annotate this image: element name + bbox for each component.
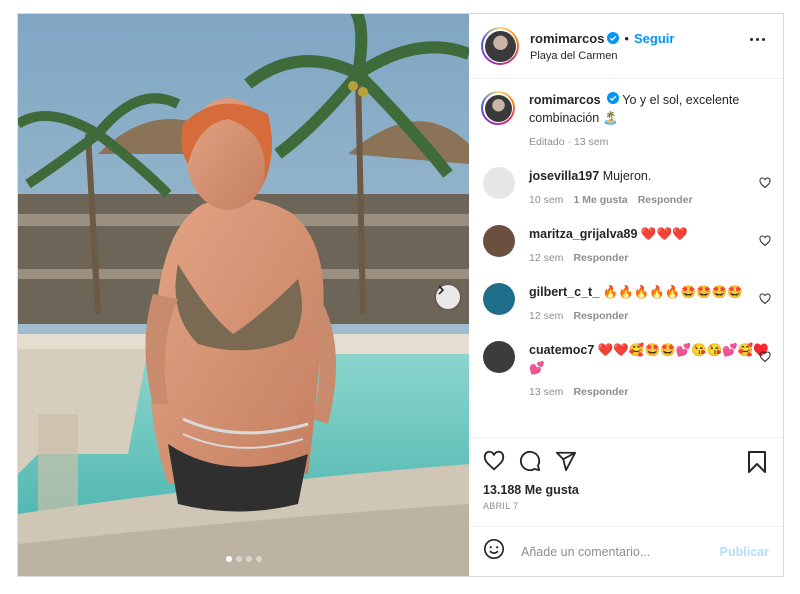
carousel-dot bbox=[255, 556, 262, 562]
reply-button[interactable]: Responder bbox=[573, 252, 628, 264]
caption-meta: Editado · 13 sem bbox=[529, 136, 609, 148]
likes-count[interactable]: 13.188 Me gusta bbox=[469, 483, 783, 497]
like-comment-heart-icon[interactable] bbox=[759, 351, 771, 363]
action-bar bbox=[469, 437, 783, 483]
post-side-panel: romimarcos • Seguir Playa del Carmen rom… bbox=[469, 14, 783, 576]
comments-list: romimarcos Yo y el sol, excelente combin… bbox=[469, 79, 783, 437]
comment-item: maritza_grijalva89 ❤️❤️❤️ 12 sem Responde… bbox=[481, 225, 771, 267]
comment-bubble-icon[interactable] bbox=[519, 450, 541, 472]
like-comment-heart-icon[interactable] bbox=[759, 293, 771, 305]
carousel-dot bbox=[225, 556, 232, 562]
reply-button[interactable]: Responder bbox=[573, 386, 628, 398]
verified-badge-icon bbox=[607, 32, 620, 44]
like-comment-heart-icon[interactable] bbox=[759, 177, 771, 189]
reply-button[interactable]: Responder bbox=[573, 310, 628, 322]
verified-badge-icon bbox=[607, 92, 620, 104]
comment-time[interactable]: 12 sem bbox=[529, 252, 563, 264]
follow-button[interactable]: Seguir bbox=[634, 31, 674, 46]
avatar[interactable] bbox=[483, 283, 515, 315]
post-date[interactable]: ABRIL 7 bbox=[469, 501, 783, 511]
comment-time[interactable]: 12 sem bbox=[529, 310, 563, 322]
comment-time[interactable]: 10 sem bbox=[529, 194, 563, 206]
comment-item: josevilla197 Mujeron. 10 sem 1 Me gusta Re… bbox=[481, 167, 771, 209]
avatar[interactable] bbox=[483, 341, 515, 373]
post-dialog: romimarcos • Seguir Playa del Carmen rom… bbox=[17, 13, 784, 577]
avatar[interactable] bbox=[481, 27, 519, 65]
comment-input[interactable] bbox=[519, 543, 720, 560]
share-send-icon[interactable] bbox=[555, 450, 577, 472]
comment-item: gilbert_c_t_ 🔥🔥🔥🔥🔥🤩🤩🤩🤩 12 sem Responder bbox=[481, 283, 771, 325]
carousel-dot bbox=[245, 556, 252, 562]
comment-text: 🔥🔥🔥🔥🔥🤩🤩🤩🤩 bbox=[602, 285, 743, 299]
more-options-icon[interactable] bbox=[750, 38, 765, 41]
author-username[interactable]: romimarcos bbox=[530, 31, 604, 46]
comment-username[interactable]: maritza_grijalva89 bbox=[529, 227, 637, 241]
avatar[interactable] bbox=[481, 91, 515, 125]
comment-username[interactable]: gilbert_c_t_ bbox=[529, 285, 599, 299]
comment-username[interactable]: cuatemoc7 bbox=[529, 343, 594, 357]
comment-composer: Publicar bbox=[469, 526, 783, 576]
comment-likes[interactable]: 1 Me gusta bbox=[573, 194, 627, 206]
comment-time[interactable]: 13 sem bbox=[529, 386, 563, 398]
like-heart-icon[interactable] bbox=[483, 450, 505, 472]
carousel-indicator bbox=[18, 556, 469, 562]
photo-illustration bbox=[18, 14, 469, 576]
avatar[interactable] bbox=[483, 167, 515, 199]
caption-username[interactable]: romimarcos bbox=[529, 93, 601, 107]
comment-text: Mujeron. bbox=[602, 169, 652, 183]
comment-username[interactable]: josevilla197 bbox=[529, 169, 599, 183]
post-image[interactable] bbox=[18, 14, 469, 576]
comment-text: ❤️❤️❤️ bbox=[640, 227, 688, 241]
emoji-icon[interactable] bbox=[483, 538, 505, 565]
save-bookmark-icon[interactable] bbox=[747, 451, 767, 478]
header-separator: • bbox=[624, 30, 629, 46]
avatar[interactable] bbox=[483, 225, 515, 257]
caption: romimarcos Yo y el sol, excelente combin… bbox=[481, 91, 771, 151]
chevron-right-icon bbox=[438, 285, 445, 295]
carousel-dot bbox=[235, 556, 242, 562]
publish-button[interactable]: Publicar bbox=[720, 545, 769, 559]
next-image-button[interactable] bbox=[436, 285, 460, 309]
reply-button[interactable]: Responder bbox=[638, 194, 693, 206]
comment-item: cuatemoc7 ❤️❤️🥰🤩🤩💕😘😘💕🥰♥️💕 13 sem Responde… bbox=[481, 341, 771, 401]
post-header: romimarcos • Seguir Playa del Carmen bbox=[469, 14, 783, 79]
like-comment-heart-icon[interactable] bbox=[759, 235, 771, 247]
location-link[interactable]: Playa del Carmen bbox=[530, 50, 674, 62]
